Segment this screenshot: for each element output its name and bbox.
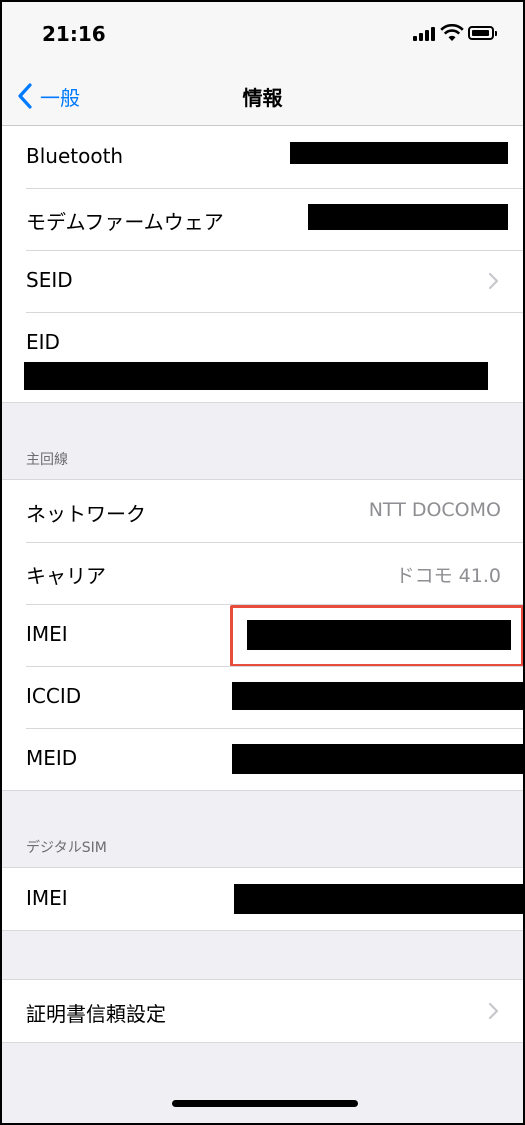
eid-value-redacted	[24, 362, 488, 390]
battery-icon	[468, 26, 497, 40]
cert-trust-group: 証明書信頼設定	[2, 979, 523, 1043]
home-indicator[interactable]	[172, 1100, 358, 1107]
page-title: 情報	[242, 86, 283, 110]
meid-row: MEID	[2, 728, 523, 790]
network-row: ネットワーク NTT DOCOMO	[2, 480, 523, 542]
digital-sim-header: デジタルSIM	[2, 791, 523, 867]
eid-row: EID	[2, 312, 523, 402]
digital-imei-row: IMEI	[2, 868, 523, 930]
imei-row: IMEI	[2, 604, 523, 667]
meid-label: MEID	[26, 746, 78, 770]
bluetooth-value-redacted	[290, 142, 508, 164]
bluetooth-row: Bluetooth	[2, 126, 523, 188]
eid-label: EID	[26, 330, 60, 354]
carrier-label: キャリア	[26, 564, 106, 588]
network-label: ネットワーク	[26, 502, 146, 526]
navigation-bar: 一般 情報	[2, 68, 523, 126]
modem-firmware-value-redacted	[308, 204, 508, 230]
primary-line-group: ネットワーク NTT DOCOMO キャリア ドコモ 41.0 IMEI ICC…	[2, 479, 523, 791]
digital-imei-label: IMEI	[26, 886, 68, 910]
cert-trust-row[interactable]: 証明書信頼設定	[2, 980, 523, 1042]
seid-row[interactable]: SEID	[2, 250, 523, 312]
device-info-group: Bluetooth モデムファームウェア SEID EID	[2, 126, 523, 403]
bluetooth-label: Bluetooth	[26, 144, 124, 168]
status-time: 21:16	[42, 22, 106, 46]
digital-sim-header-text: デジタルSIM	[26, 840, 107, 856]
primary-line-header: 主回線	[2, 403, 523, 479]
carrier-value: ドコモ 41.0	[395, 565, 501, 587]
primary-line-header-text: 主回線	[26, 452, 68, 468]
modem-firmware-row: モデムファームウェア	[2, 188, 523, 250]
digital-imei-value-redacted	[234, 884, 523, 914]
chevron-right-icon	[488, 1002, 499, 1020]
iccid-value-redacted	[232, 682, 523, 710]
network-value: NTT DOCOMO	[368, 499, 501, 521]
iccid-row: ICCID	[2, 666, 523, 728]
seid-label: SEID	[26, 268, 73, 292]
imei-highlight-box	[230, 605, 523, 667]
cert-trust-label: 証明書信頼設定	[26, 1002, 166, 1026]
status-bar: 21:16	[2, 2, 523, 68]
cellular-signal-icon	[413, 27, 435, 41]
modem-firmware-label: モデムファームウェア	[26, 210, 224, 234]
chevron-right-icon	[488, 272, 499, 290]
wifi-icon	[440, 24, 464, 41]
digital-sim-group: IMEI	[2, 867, 523, 931]
settings-list: Bluetooth モデムファームウェア SEID EID 主回線 ネットワーク…	[2, 126, 523, 1043]
iccid-label: ICCID	[26, 684, 82, 708]
phone-screen: 21:16 一般 情報 Bluetooth モデムファームウェア SEID EI…	[0, 0, 525, 1125]
imei-label: IMEI	[26, 622, 68, 646]
meid-value-redacted	[232, 744, 523, 774]
carrier-row: キャリア ドコモ 41.0	[2, 542, 523, 604]
